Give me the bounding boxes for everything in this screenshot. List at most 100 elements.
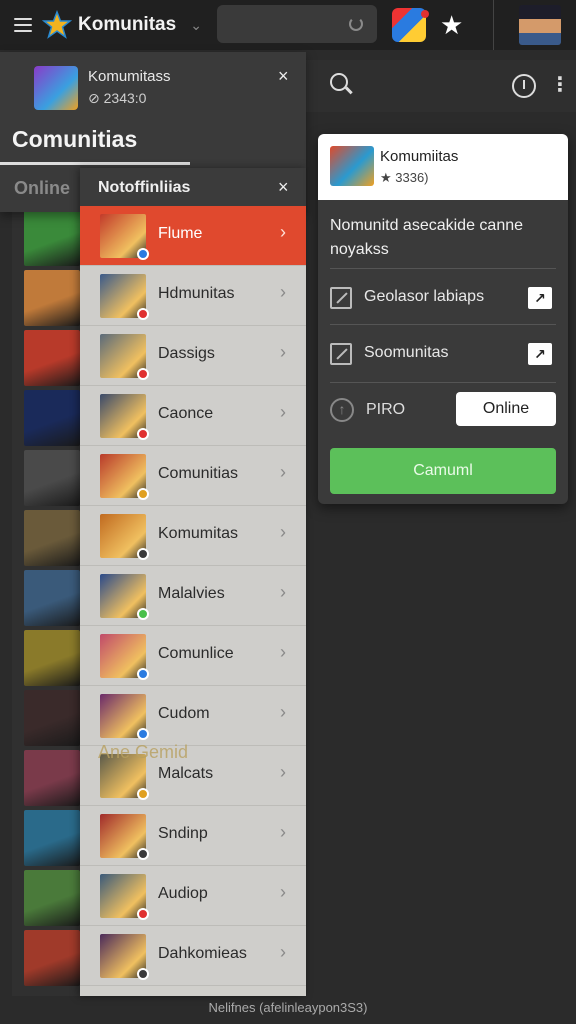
notifications-header: Notoffinliias ×: [80, 168, 306, 206]
notification-label: Malcats: [158, 765, 214, 782]
chevron-right-icon: ›: [280, 522, 286, 542]
game-thumbnail[interactable]: [24, 570, 80, 626]
card-description: Nomunitd asecakide canne noyakss: [330, 217, 524, 258]
notification-item[interactable]: Malcats › Ane Gemid: [80, 742, 306, 806]
clock-icon[interactable]: [512, 74, 536, 98]
notification-item[interactable]: Sndinp ›: [80, 806, 306, 866]
game-badge-icon[interactable]: [392, 8, 429, 42]
notification-icon: [100, 574, 149, 620]
notification-icon: [100, 394, 149, 440]
card-header: Komumiitas ★ 3336): [318, 134, 568, 200]
option-row[interactable]: Soomunitas ↗: [330, 334, 556, 374]
card-title: Komumiitas: [380, 148, 459, 165]
community-name: Komumitass: [88, 68, 171, 85]
external-link-icon[interactable]: ↗: [528, 343, 552, 365]
notification-label: Malalvies: [158, 585, 225, 602]
notification-label: Dahkomieas: [158, 945, 247, 962]
checkbox[interactable]: [330, 287, 352, 309]
tab-underline: [0, 162, 190, 165]
notification-item[interactable]: Dahkomieas ›: [80, 926, 306, 986]
notifications-panel: Notoffinliias × Flume › Hdmunitas › Dassigs ›…: [80, 168, 306, 996]
divider: [493, 0, 494, 50]
upload-icon: ↑: [330, 398, 354, 422]
search-icon[interactable]: [330, 73, 348, 91]
card-thumbnail: [330, 146, 374, 186]
notification-icon: [100, 454, 149, 500]
notification-icon: [100, 514, 149, 560]
notification-label: Sndinp: [158, 825, 208, 842]
notification-item[interactable]: Comunitias ›: [80, 446, 306, 506]
notifications-title: Notoffinliias: [98, 179, 191, 196]
avatar[interactable]: [519, 5, 561, 45]
notification-item[interactable]: Komumitas ›: [80, 506, 306, 566]
notification-label: Komumitas: [158, 525, 239, 542]
game-thumbnail[interactable]: [24, 810, 80, 866]
chevron-right-icon: ›: [280, 342, 286, 362]
notification-item[interactable]: Dassigs ›: [80, 326, 306, 386]
external-link-icon[interactable]: ↗: [528, 287, 552, 309]
star-logo-icon: [42, 10, 72, 39]
online-button[interactable]: Online: [456, 392, 556, 426]
search-field[interactable]: [217, 5, 377, 43]
community-thumbnail[interactable]: [34, 66, 78, 110]
notification-item[interactable]: Comunlice ›: [80, 626, 306, 686]
chevron-right-icon: ›: [280, 222, 286, 242]
chevron-right-icon: ›: [280, 582, 286, 602]
chevron-down-icon[interactable]: ⌄: [190, 17, 202, 34]
status-dot: [137, 428, 149, 440]
notification-item[interactable]: Malalvies ›: [80, 566, 306, 626]
star-icon[interactable]: ★: [440, 10, 463, 40]
status-dot: [137, 848, 149, 860]
hamburger-menu-icon[interactable]: [14, 18, 32, 32]
piro-label: PIRO: [366, 401, 406, 418]
chevron-right-icon: ›: [280, 882, 286, 902]
game-thumbnail[interactable]: [24, 690, 80, 746]
game-thumbnail[interactable]: [24, 870, 80, 926]
game-thumbnail[interactable]: [24, 450, 80, 506]
game-thumbnail[interactable]: [24, 930, 80, 986]
notification-label: Cudom: [158, 705, 210, 722]
option-label: Geolasor labiaps: [364, 288, 485, 305]
game-thumbnail[interactable]: [24, 390, 80, 446]
notification-icon: [100, 214, 149, 260]
tab-online[interactable]: Online: [14, 178, 70, 199]
notification-item[interactable]: Flume ›: [80, 206, 306, 266]
notification-icon: [100, 274, 149, 320]
chevron-right-icon: ›: [280, 762, 286, 782]
status-dot: [137, 368, 149, 380]
notification-icon: [100, 334, 149, 380]
notification-item[interactable]: Caonce ›: [80, 386, 306, 446]
notification-label: Hdmunitas: [158, 285, 235, 302]
overlay-text: Ane Gemid: [98, 742, 189, 762]
chevron-right-icon: ›: [280, 942, 286, 962]
game-thumbnail[interactable]: [24, 750, 80, 806]
close-icon[interactable]: ×: [278, 177, 289, 198]
game-thumbnail[interactable]: [24, 510, 80, 566]
notification-item[interactable]: Hdmunitas ›: [80, 266, 306, 326]
footer-text: Nelifnes (afelinleaypon3S3): [208, 1000, 368, 1015]
checkbox[interactable]: [330, 343, 352, 365]
refresh-icon[interactable]: [349, 17, 363, 31]
community-card: Komumiitas ★ 3336) Nomunitd asecakide ca…: [318, 134, 568, 504]
notification-label: Dassigs: [158, 345, 215, 362]
game-thumbnail[interactable]: [24, 630, 80, 686]
status-dot: [137, 608, 149, 620]
game-thumbnail[interactable]: [24, 270, 80, 326]
status-dot: [137, 248, 149, 260]
notification-label: Flume: [158, 225, 203, 242]
notification-icon: [100, 694, 149, 740]
primary-action-button[interactable]: Camuml: [330, 448, 556, 494]
app-title[interactable]: Komunitas: [78, 14, 176, 36]
chevron-right-icon: ›: [280, 402, 286, 422]
chevron-right-icon: ›: [280, 822, 286, 842]
notification-item[interactable]: Audiop ›: [80, 866, 306, 926]
status-dot: [137, 788, 149, 800]
game-thumbnail[interactable]: [24, 210, 80, 266]
close-icon[interactable]: ×: [278, 66, 289, 87]
notification-item[interactable]: Cudom ›: [80, 686, 306, 746]
more-options-icon[interactable]: ⋮: [550, 75, 570, 95]
game-thumbnail[interactable]: [24, 330, 80, 386]
option-row[interactable]: Geolasor labiaps ↗: [330, 278, 556, 318]
status-dot: [137, 668, 149, 680]
status-dot: [137, 308, 149, 320]
